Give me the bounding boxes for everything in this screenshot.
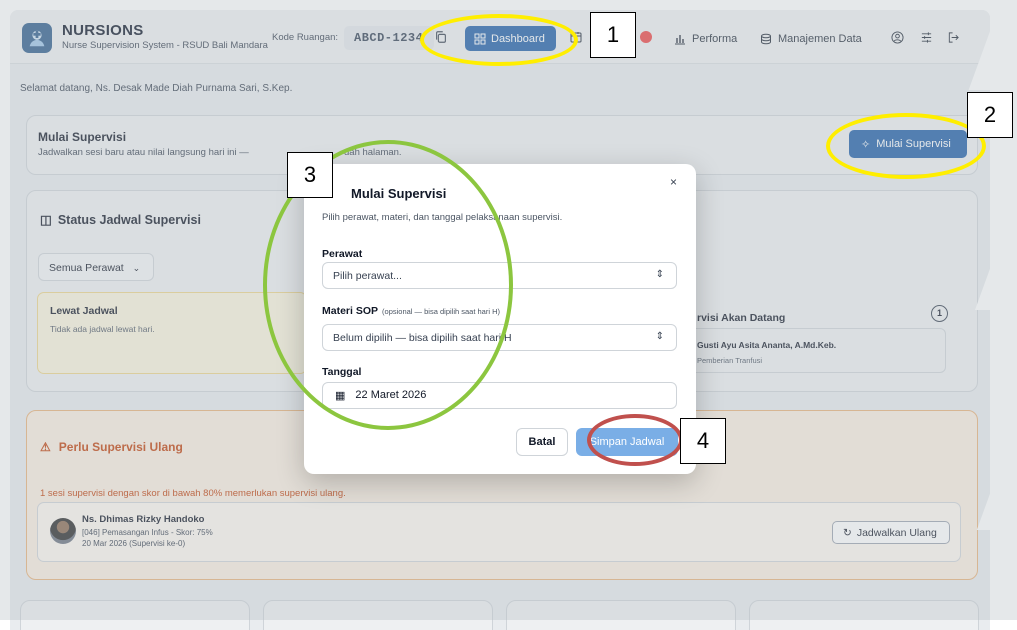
annotation-ellipse-yellow — [826, 113, 986, 179]
chevron-updown-icon: ⇕ — [655, 331, 664, 342]
annotation-label-2: 2 — [967, 92, 1013, 138]
annotation-label-1: 1 — [590, 12, 636, 58]
annotation-label-4: 4 — [680, 418, 726, 464]
annotation-ellipse-yellow — [420, 14, 578, 66]
chevron-updown-icon: ⇕ — [655, 269, 664, 280]
cancel-button[interactable]: Batal — [516, 428, 568, 456]
annotation-label-3: 3 — [287, 152, 333, 198]
annotation-ellipse-red — [587, 414, 683, 466]
close-icon[interactable]: × — [670, 175, 677, 189]
